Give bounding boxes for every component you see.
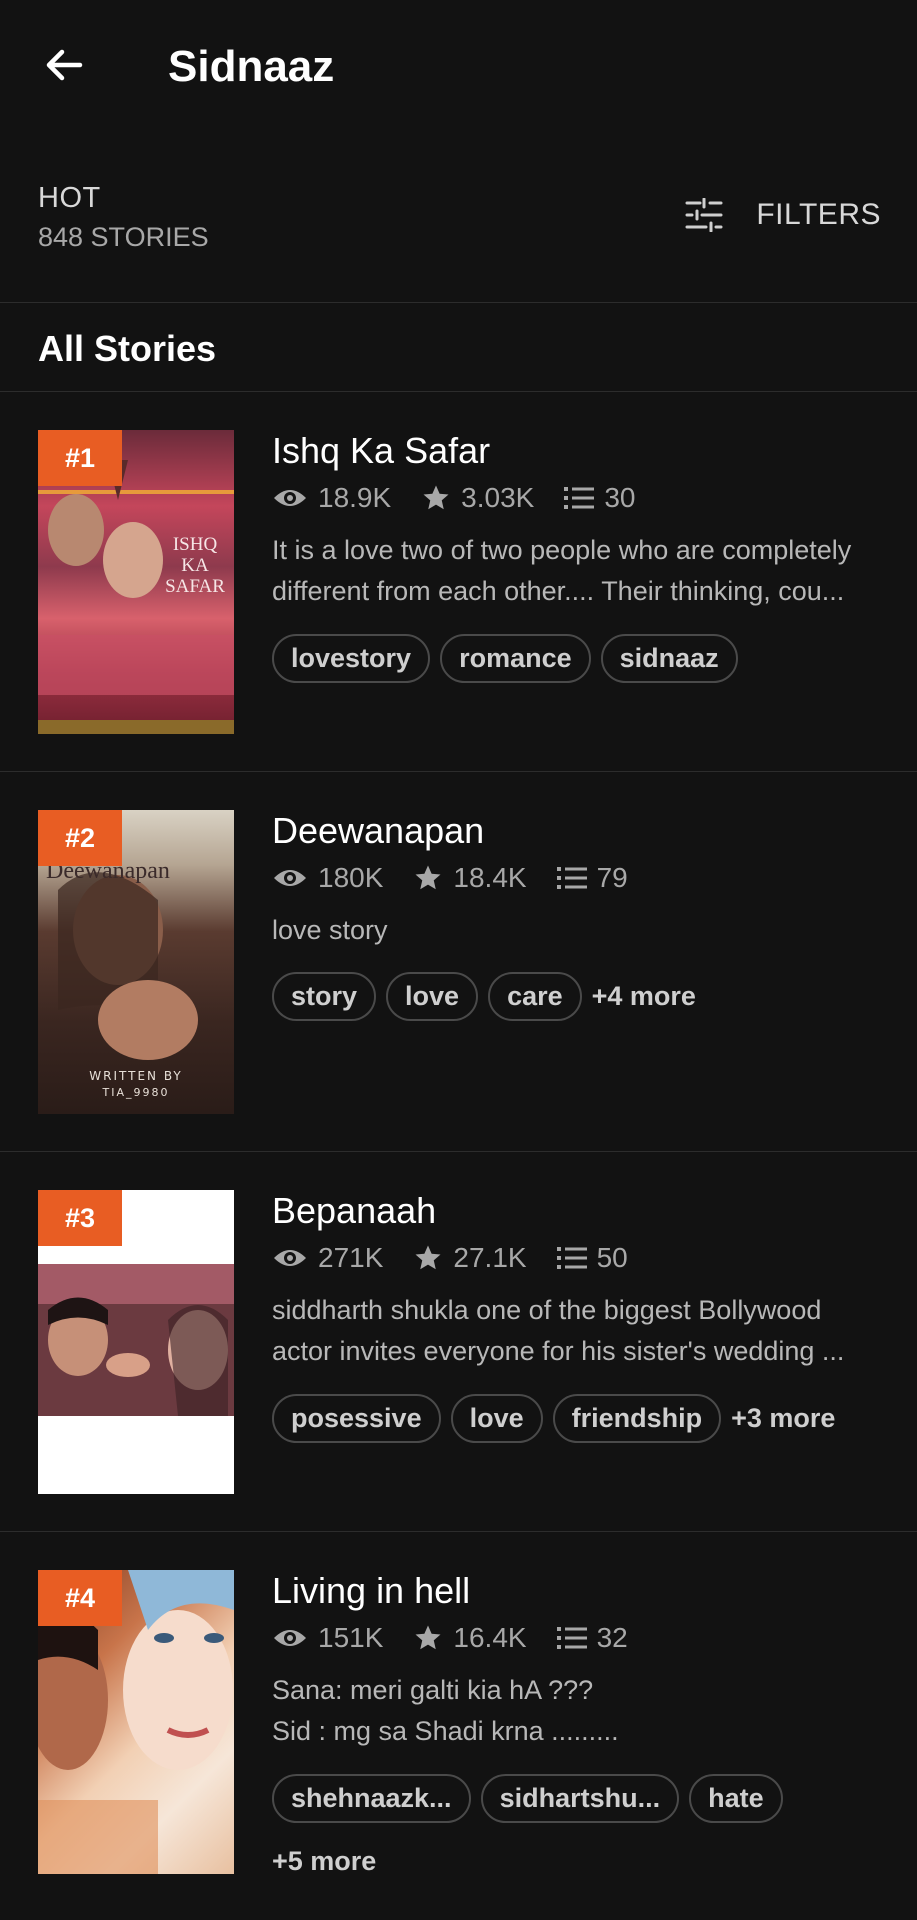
svg-text:TIA_9980: TIA_9980 xyxy=(102,1086,170,1099)
star-icon xyxy=(423,485,449,510)
votes-count: 3.03K xyxy=(461,482,535,513)
description-line: Sana: meri galti kia hA ??? xyxy=(272,1675,594,1705)
story-cover[interactable]: #3 xyxy=(38,1190,234,1494)
filters-label: FILTERS xyxy=(756,198,881,231)
story-row[interactable]: ISHQ KA SAFAR #1 Ishq Ka Safar 18.9K 3.0… xyxy=(0,392,917,772)
story-cover[interactable]: ISHQ KA SAFAR #1 xyxy=(38,430,234,734)
story-description: Sana: meri galti kia hA ??? Sid : mg sa … xyxy=(272,1670,892,1752)
eye-icon xyxy=(274,1250,306,1266)
parts-count: 32 xyxy=(596,1622,628,1653)
parts-count: 79 xyxy=(596,862,628,893)
story-description: siddharth shukla one of the biggest Boll… xyxy=(272,1290,892,1372)
tag-list: lovestory romance sidnaaz xyxy=(272,634,902,697)
tag-chip[interactable]: friendship xyxy=(552,1394,722,1443)
story-stats: 271K 27.1K 50 xyxy=(272,1242,658,1274)
story-title[interactable]: Living in hell xyxy=(272,1570,470,1612)
story-cover[interactable]: #4 xyxy=(38,1570,234,1874)
tag-chip[interactable]: sidnaaz xyxy=(600,634,738,683)
tag-chip[interactable]: shehnaazk... xyxy=(272,1774,471,1823)
story-count: 848 STORIES xyxy=(38,222,209,252)
story-row[interactable]: WRITTEN BY TIA_9980 Deewanapan #2 Deewan… xyxy=(0,772,917,1152)
sort-bar: HOT 848 STORIES FILTERS xyxy=(0,170,917,300)
back-arrow-icon[interactable] xyxy=(40,40,90,90)
description-line: love story xyxy=(272,915,388,945)
description-line: It is a love two of two people who are c… xyxy=(272,535,852,565)
cover-title: ISHQ KA SAFAR xyxy=(165,534,225,597)
story-stats: 180K 18.4K 79 xyxy=(272,862,658,894)
parts-count: 50 xyxy=(596,1242,628,1273)
description-line: different from each other.... Their thin… xyxy=(272,576,845,606)
tag-chip[interactable]: love xyxy=(386,972,479,1021)
list-icon xyxy=(556,1247,587,1269)
tag-chip[interactable]: sidhartshu... xyxy=(480,1774,680,1823)
rank-badge: #1 xyxy=(38,430,122,486)
story-title[interactable]: Deewanapan xyxy=(272,810,484,852)
story-stats: 18.9K 3.03K 30 xyxy=(272,482,666,514)
tag-chip[interactable]: posessive xyxy=(272,1394,441,1443)
description-line: actor invites everyone for his sister's … xyxy=(272,1336,845,1366)
top-app-bar: Sidnaaz xyxy=(0,0,917,135)
parts-count: 30 xyxy=(604,482,636,513)
list-icon xyxy=(556,867,587,889)
rank-badge: #3 xyxy=(38,1190,122,1246)
eye-icon xyxy=(274,870,306,886)
votes-count: 27.1K xyxy=(453,1242,527,1273)
tag-chip[interactable]: story xyxy=(272,972,377,1021)
votes-count: 16.4K xyxy=(453,1622,527,1653)
story-cover[interactable]: WRITTEN BY TIA_9980 Deewanapan #2 xyxy=(38,810,234,1114)
reads-count: 180K xyxy=(318,862,384,893)
reads-count: 151K xyxy=(318,1622,384,1653)
filter-sliders-icon xyxy=(685,198,723,232)
tag-list: story love care +4 more xyxy=(272,972,902,1035)
svg-text:WRITTEN BY: WRITTEN BY xyxy=(89,1069,182,1083)
story-row[interactable]: #4 Living in hell 151K 16.4K 32 Sana: me… xyxy=(0,1532,917,1912)
section-title: All Stories xyxy=(38,328,217,369)
page-title: Sidnaaz xyxy=(168,42,335,91)
description-line: Sid : mg sa Shadi krna ......... xyxy=(272,1716,619,1746)
reads-count: 271K xyxy=(318,1242,384,1273)
story-description: love story xyxy=(272,910,892,951)
more-tags-link[interactable]: +4 more xyxy=(592,972,696,1021)
tag-chip[interactable]: lovestory xyxy=(272,634,431,683)
tag-chip[interactable]: care xyxy=(488,972,582,1021)
more-tags-link[interactable]: +3 more xyxy=(731,1394,835,1443)
reads-count: 18.9K xyxy=(318,482,392,513)
sort-label[interactable]: HOT xyxy=(38,182,101,215)
more-tags-link[interactable]: +5 more xyxy=(272,1837,902,1886)
description-line: siddharth shukla one of the biggest Boll… xyxy=(272,1295,822,1325)
tag-chip[interactable]: romance xyxy=(440,634,591,683)
rank-badge: #4 xyxy=(38,1570,122,1626)
star-icon xyxy=(415,1245,441,1270)
star-icon xyxy=(415,865,441,890)
list-icon xyxy=(556,1627,587,1649)
star-icon xyxy=(415,1625,441,1650)
votes-count: 18.4K xyxy=(453,862,527,893)
divider xyxy=(0,302,917,303)
story-title[interactable]: Ishq Ka Safar xyxy=(272,430,490,472)
rank-badge: #2 xyxy=(38,810,122,866)
story-description: It is a love two of two people who are c… xyxy=(272,530,892,612)
tag-list: posessive love friendship +3 more xyxy=(272,1394,902,1457)
story-row[interactable]: #3 Bepanaah 271K 27.1K 50 siddharth shuk… xyxy=(0,1152,917,1532)
eye-icon xyxy=(274,1630,306,1646)
story-stats: 151K 16.4K 32 xyxy=(272,1622,658,1654)
story-title[interactable]: Bepanaah xyxy=(272,1190,436,1232)
filters-button[interactable]: FILTERS xyxy=(684,198,881,232)
tag-list: shehnaazk... sidhartshu... hate +5 more xyxy=(272,1774,902,1900)
tag-chip[interactable]: love xyxy=(450,1394,543,1443)
list-icon xyxy=(564,487,595,509)
tag-chip[interactable]: hate xyxy=(689,1774,783,1823)
eye-icon xyxy=(274,490,306,506)
